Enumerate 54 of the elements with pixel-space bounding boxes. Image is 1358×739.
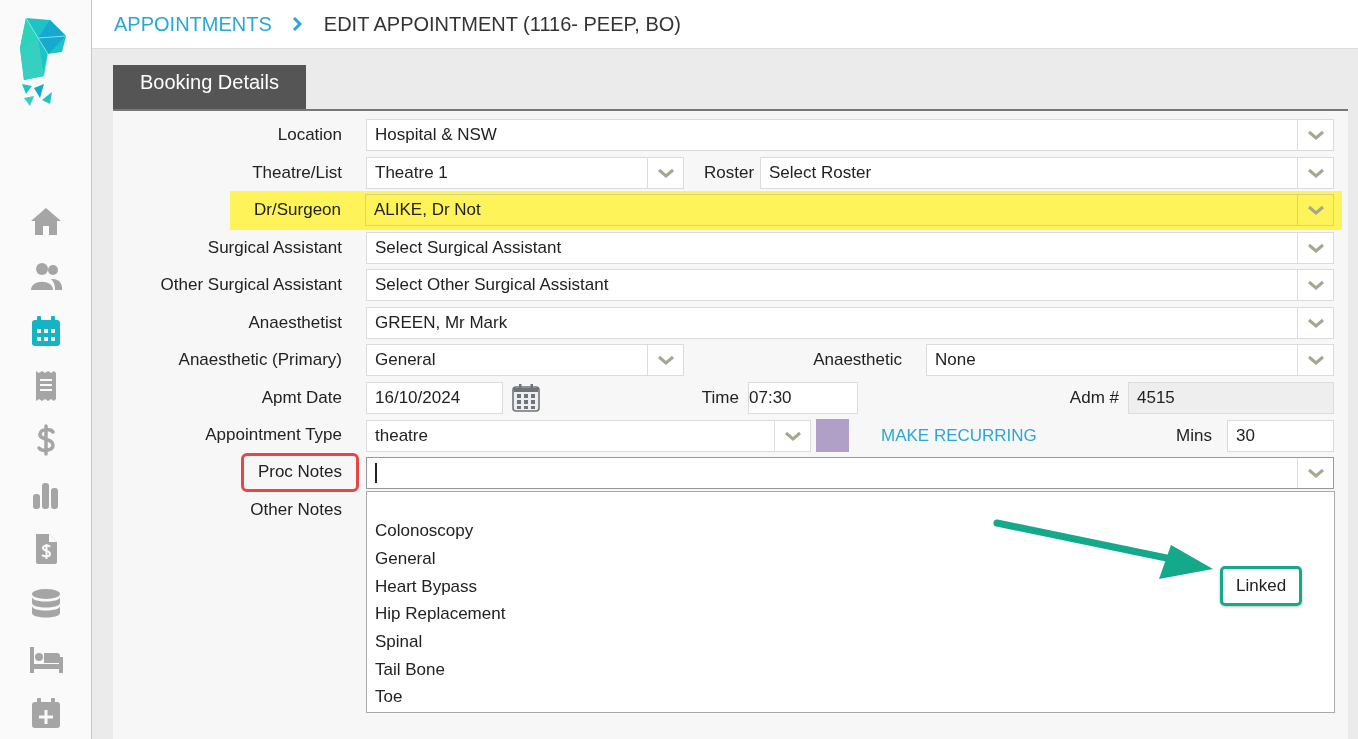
field-label: Apmt Date [261, 387, 342, 408]
select-field[interactable]: General [366, 344, 684, 376]
select-field[interactable]: ALIKE, Dr Not [365, 194, 1334, 226]
calendar-icon[interactable] [512, 382, 540, 413]
chevron-down-icon [1307, 467, 1324, 478]
select-field[interactable]: None [926, 344, 1334, 376]
dropdown-option[interactable]: Spinal [375, 632, 423, 653]
chevron-down-icon [1307, 280, 1324, 290]
chevron-down-icon [1307, 205, 1324, 215]
field-label: Proc Notes [240, 453, 359, 492]
field-label: Mins [1175, 425, 1213, 446]
select-field[interactable]: GREEN, Mr Mark [366, 306, 1334, 339]
chevron-right-icon [291, 17, 302, 31]
select-field[interactable]: theatre [366, 419, 811, 452]
input-field: 4515 [1128, 381, 1334, 414]
chevron-down-icon [1307, 355, 1324, 365]
dropdown-option[interactable]: General [375, 549, 436, 570]
field-label: Time [700, 387, 739, 408]
select-field[interactable]: Select Surgical Assistant [366, 231, 1334, 264]
chevron-down-icon [657, 355, 674, 365]
dropdown-option[interactable]: Colonoscopy [375, 521, 474, 542]
field-label: Anaesthetic (Primary) [178, 350, 342, 370]
select-field[interactable]: Theatre 1 [366, 156, 684, 189]
chevron-down-icon [1307, 317, 1324, 328]
field-label: Anaesthetic [812, 350, 902, 370]
field-label: Appointment Type [205, 425, 342, 445]
input-field[interactable]: 07:30 [748, 381, 858, 414]
field-label: Surgical Assistant [207, 237, 342, 258]
chevron-down-icon [657, 167, 674, 178]
field-label: Other Notes [250, 500, 342, 520]
select-field[interactable]: Select Roster [760, 156, 1334, 189]
field-label: Dr/Surgeon [254, 200, 341, 220]
chevron-down-icon [1307, 130, 1324, 140]
select-field[interactable]: Hospital & NSW [366, 119, 1334, 151]
linked-tag: Linked [1220, 565, 1303, 606]
field-label: Anaesthetist [248, 312, 342, 333]
tab[interactable]: Booking Details [113, 65, 306, 109]
dropdown-option[interactable]: Toe [375, 687, 403, 708]
dropdown-option[interactable]: Heart Bypass [375, 576, 478, 597]
field-label: Location [277, 125, 342, 145]
page-title: EDIT APPOINTMENT (1116- PEEP, BO) [323, 12, 681, 36]
input-field[interactable]: 30 [1227, 419, 1334, 452]
text-cursor [375, 462, 377, 483]
chevron-down-icon [784, 430, 801, 441]
field-label: Theatre/List [252, 162, 342, 183]
dropdown-option[interactable]: Hip Replacement [375, 604, 506, 625]
color-swatch[interactable] [816, 419, 849, 452]
field-label: Other Surgical Assistant [160, 275, 342, 295]
chevron-down-icon [1307, 167, 1324, 178]
dropdown-option[interactable]: Tail Bone [375, 659, 445, 680]
select-field[interactable]: Select Other Surgical Assistant [366, 269, 1334, 301]
input-field[interactable]: 16/10/2024 [366, 381, 503, 414]
chevron-down-icon [1307, 242, 1324, 253]
field-label: Adm # [1068, 387, 1119, 408]
